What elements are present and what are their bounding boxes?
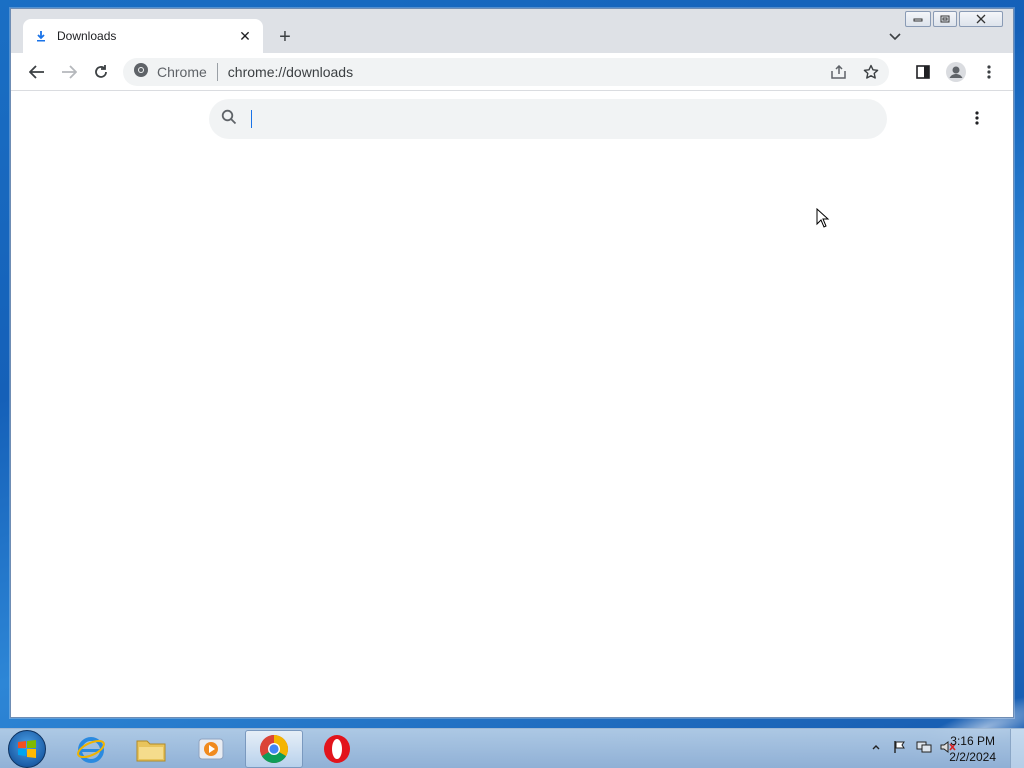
- taskbar: 3:16 PM 2/2/2024: [0, 728, 1024, 768]
- address-bar[interactable]: Chrome chrome://downloads: [123, 58, 889, 86]
- search-icon: [221, 109, 237, 130]
- taskbar-chrome-icon[interactable]: [245, 730, 303, 768]
- network-icon[interactable]: [916, 739, 932, 755]
- url-text[interactable]: chrome://downloads: [228, 64, 353, 80]
- new-tab-button[interactable]: +: [273, 25, 297, 49]
- tab-search-chevron-icon[interactable]: [885, 27, 905, 47]
- chrome-window: Downloads ✕ + Chrome chrome://downloads: [10, 8, 1014, 718]
- window-controls: [905, 11, 1003, 27]
- system-tray: [868, 739, 956, 755]
- site-label: Chrome: [157, 64, 207, 80]
- back-arrow-icon[interactable]: [25, 60, 49, 84]
- tab-title: Downloads: [57, 29, 117, 43]
- forward-arrow-icon[interactable]: [57, 60, 81, 84]
- downloads-page: [11, 91, 1013, 717]
- tab-close-icon[interactable]: ✕: [237, 28, 253, 44]
- taskbar-internet-explorer-icon[interactable]: [62, 730, 120, 768]
- download-icon: [33, 28, 49, 44]
- action-center-flag-icon[interactable]: [892, 739, 908, 755]
- taskbar-media-player-icon[interactable]: [182, 730, 240, 768]
- tab-strip: Downloads ✕ +: [11, 9, 1013, 53]
- side-panel-icon[interactable]: [911, 60, 935, 84]
- start-button[interactable]: [8, 730, 46, 768]
- close-window-button[interactable]: [959, 11, 1003, 27]
- mouse-pointer-icon: [816, 207, 830, 233]
- restore-button[interactable]: [933, 11, 957, 27]
- system-clock[interactable]: 3:16 PM 2/2/2024: [949, 733, 996, 765]
- minimize-button[interactable]: [905, 11, 931, 27]
- show-hidden-icons-icon[interactable]: [868, 739, 884, 755]
- search-input[interactable]: [256, 111, 816, 127]
- chrome-logo-icon: [133, 62, 149, 83]
- taskbar-opera-icon[interactable]: [308, 730, 366, 768]
- downloads-search-field[interactable]: [209, 99, 887, 139]
- text-caret: [251, 110, 252, 128]
- taskbar-file-explorer-icon[interactable]: [122, 730, 180, 768]
- share-icon[interactable]: [829, 62, 849, 82]
- downloads-more-actions-icon[interactable]: [967, 108, 987, 128]
- clock-date: 2/2/2024: [949, 750, 996, 764]
- clock-time: 3:16 PM: [950, 734, 995, 748]
- tab-downloads[interactable]: Downloads ✕: [23, 19, 263, 53]
- browser-toolbar: Chrome chrome://downloads: [11, 53, 1013, 91]
- omnibox-actions: [829, 62, 881, 82]
- profile-avatar-icon[interactable]: [944, 60, 968, 84]
- show-desktop-button[interactable]: [1010, 729, 1024, 768]
- bookmark-star-icon[interactable]: [861, 62, 881, 82]
- reload-icon[interactable]: [89, 60, 113, 84]
- omnibox-divider: [216, 63, 218, 81]
- chrome-menu-icon[interactable]: [977, 60, 1001, 84]
